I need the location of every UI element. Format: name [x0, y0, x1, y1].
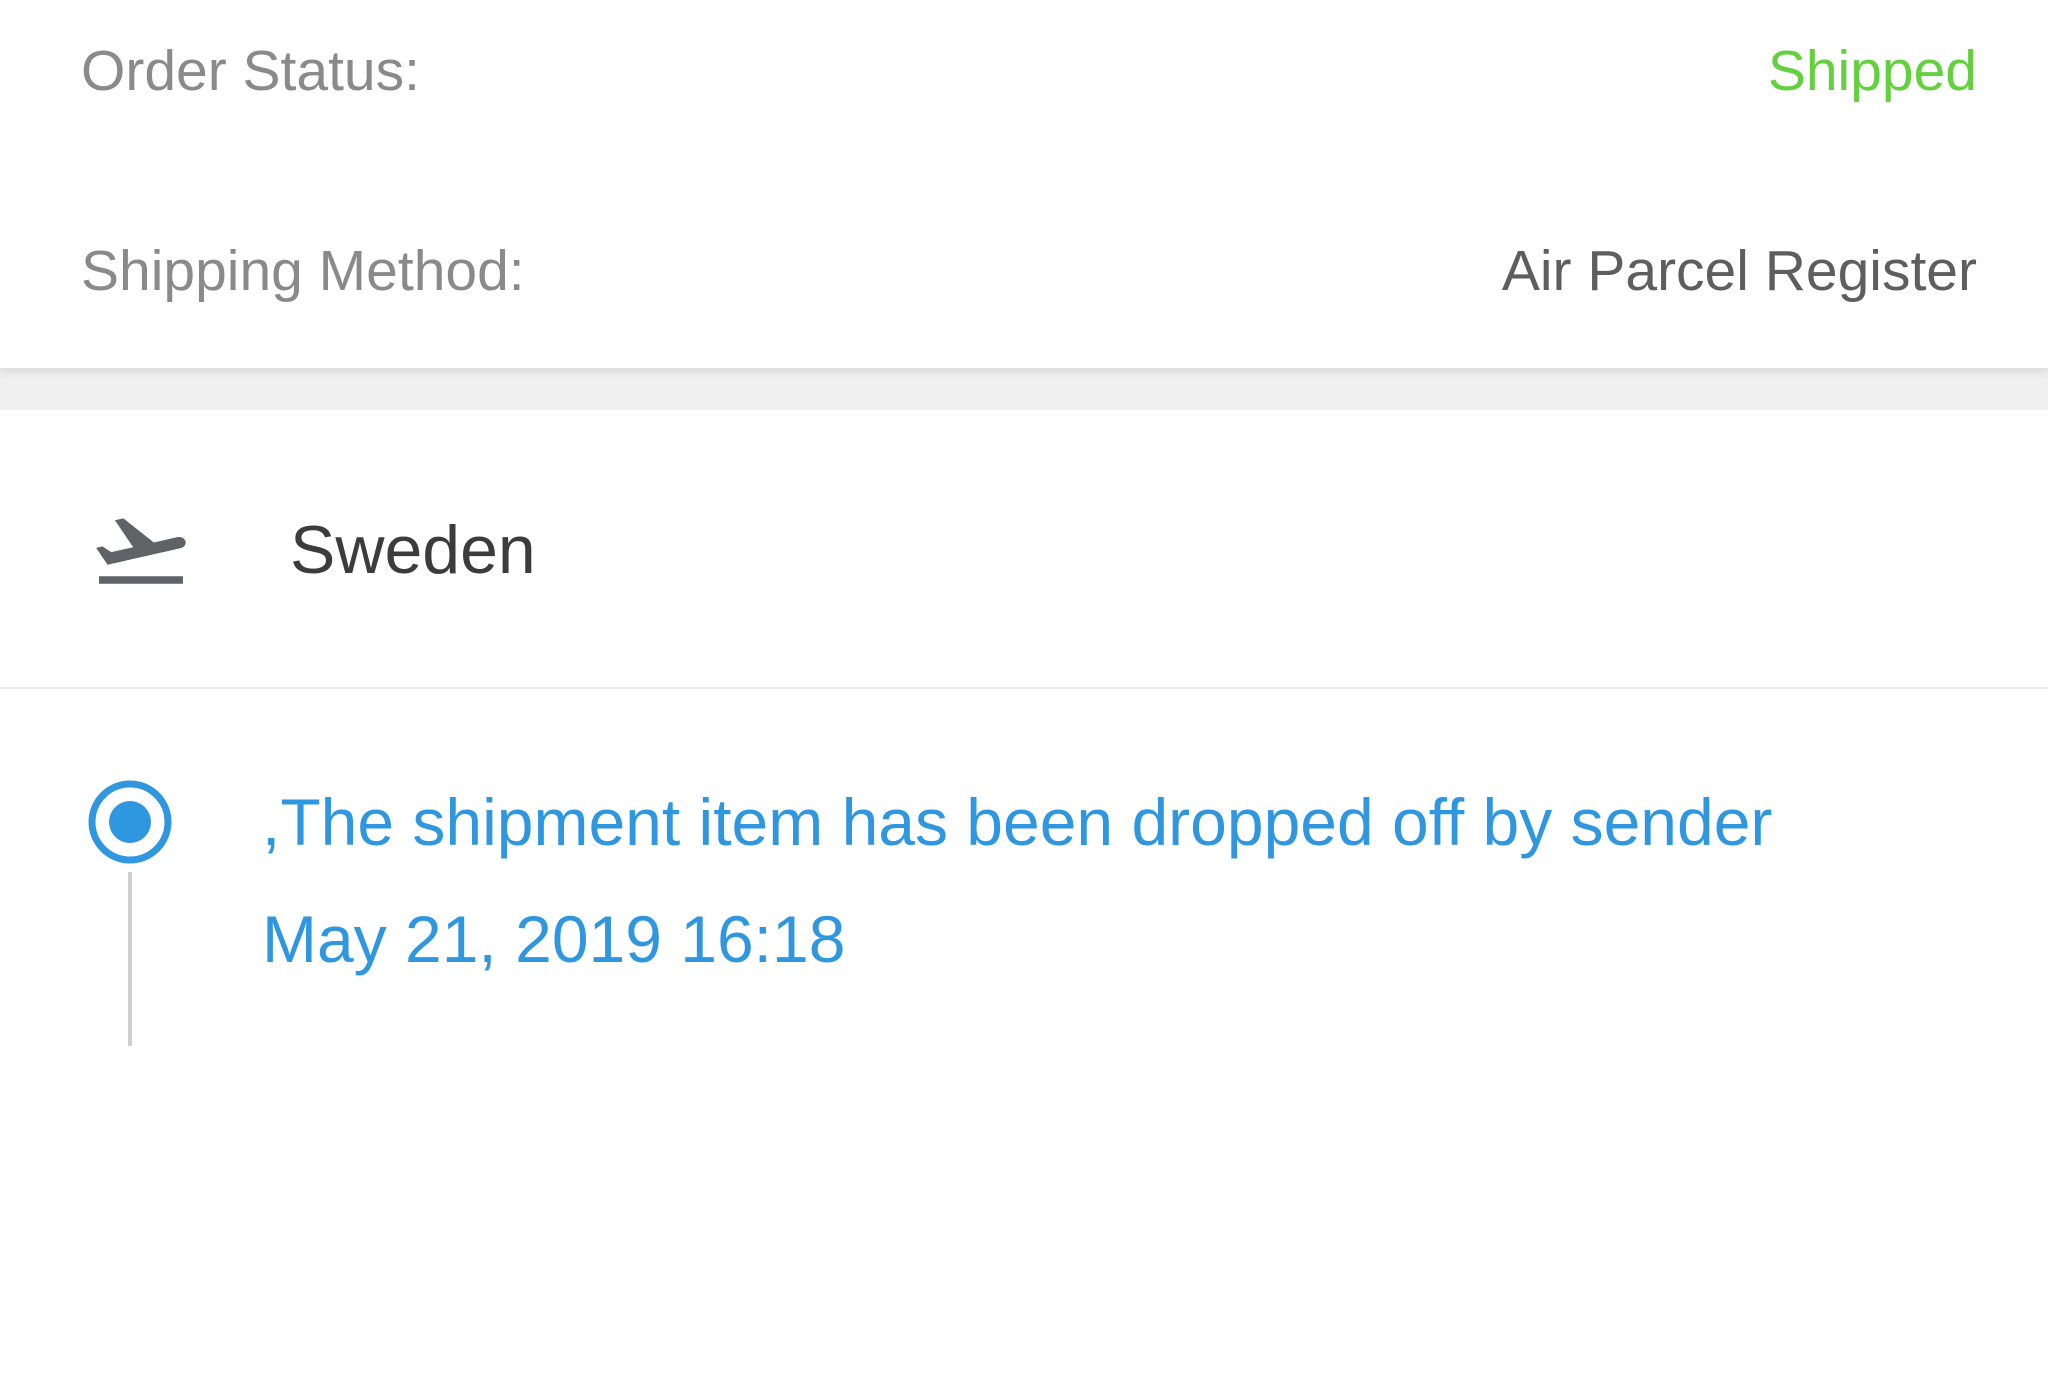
destination-row: Sweden [0, 410, 2048, 689]
tracking-event-description: ,The shipment item has been dropped off … [262, 785, 1773, 859]
tracking-timeline: ,The shipment item has been dropped off … [0, 689, 2048, 1375]
order-status-label: Order Status: [81, 39, 420, 103]
order-status-value: Shipped [1767, 39, 1977, 103]
shipping-method-value: Air Parcel Register [1501, 239, 1977, 303]
timeline-active-dot-icon [87, 779, 173, 865]
order-status-row: Order Status: Shipped [81, 36, 1977, 106]
section-separator [0, 368, 2048, 410]
destination-country: Sweden [290, 512, 536, 588]
timeline-connector [128, 872, 132, 1046]
shipping-method-label: Shipping Method: [81, 239, 525, 303]
tracking-event-datetime: May 21, 2019 16:18 [262, 902, 846, 976]
order-summary-card: Order Status: Shipped Shipping Method: A… [0, 0, 2048, 368]
airplane-takeoff-icon [88, 505, 194, 595]
shipping-method-row: Shipping Method: Air Parcel Register [81, 236, 1977, 306]
